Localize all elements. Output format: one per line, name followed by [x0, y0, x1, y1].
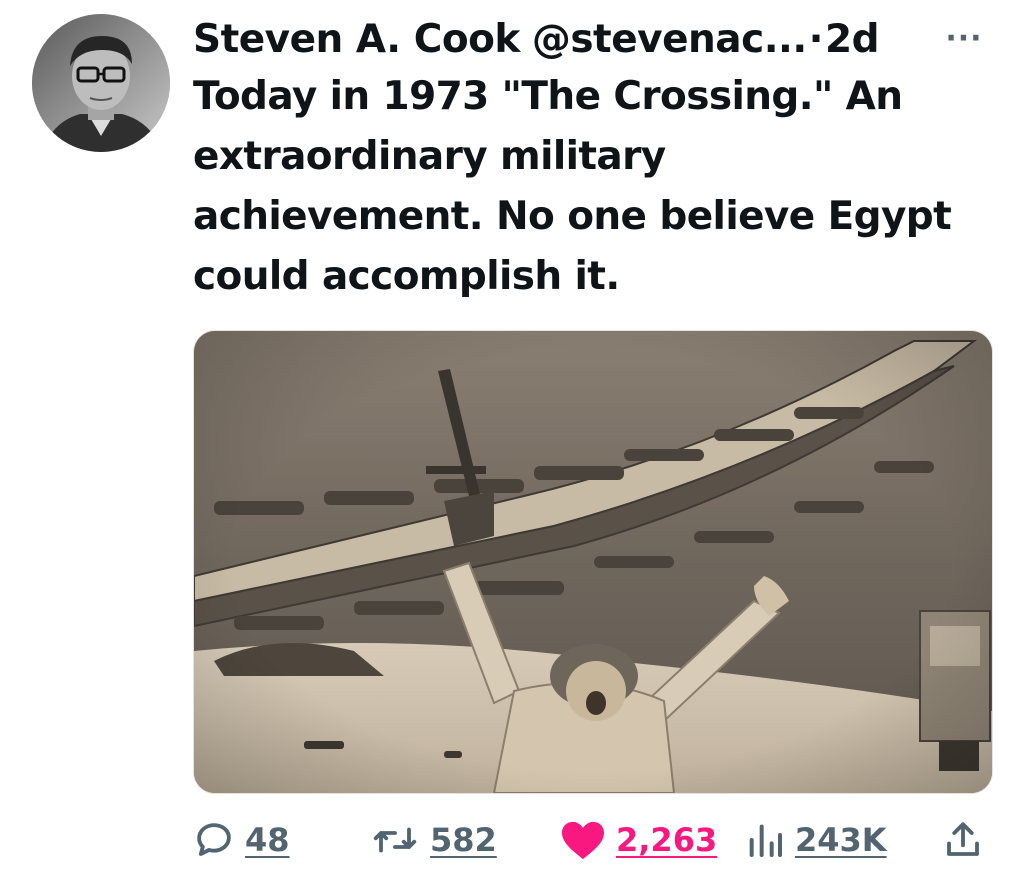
tweet-text-line: extraordinary military [193, 134, 666, 179]
like-button[interactable]: 2,263 [560, 812, 717, 868]
author-handle[interactable]: @stevenac... [532, 12, 807, 68]
author-display-name[interactable]: Steven A. Cook [193, 12, 520, 68]
tweet-header: Steven A. Cook @stevenac... · 2d [193, 12, 993, 68]
retweet-count: 582 [430, 821, 497, 859]
share-icon [947, 822, 979, 856]
reply-button[interactable]: 48 [193, 812, 290, 868]
tweet-timestamp[interactable]: 2d [825, 12, 880, 68]
like-count: 2,263 [616, 821, 718, 859]
tweet-text: Today in 1973 "The Crossing." An extraor… [193, 67, 993, 307]
media-photo [194, 331, 992, 793]
more-icon[interactable]: ··· [940, 16, 988, 60]
heart-icon [562, 821, 604, 860]
views-button[interactable]: 243K [745, 812, 887, 868]
avatar-photo [32, 14, 170, 152]
views-count: 243K [795, 821, 887, 859]
tweet-media[interactable] [193, 330, 993, 794]
tweet-text-line: Today in 1973 "The Crossing." An [193, 74, 903, 119]
header-separator: · [808, 17, 824, 62]
tweet-actions: 48 582 2,263 243K [0, 812, 1024, 868]
reply-icon [197, 823, 231, 856]
avatar[interactable] [32, 14, 170, 152]
retweet-button[interactable]: 582 [370, 812, 497, 868]
retweet-icon [373, 827, 417, 853]
views-icon [749, 824, 782, 857]
tweet-text-line: achievement. No one believe Egypt [193, 194, 952, 239]
reply-count: 48 [245, 821, 290, 859]
share-button[interactable] [942, 812, 984, 868]
tweet-text-line: could accomplish it. [193, 254, 620, 299]
